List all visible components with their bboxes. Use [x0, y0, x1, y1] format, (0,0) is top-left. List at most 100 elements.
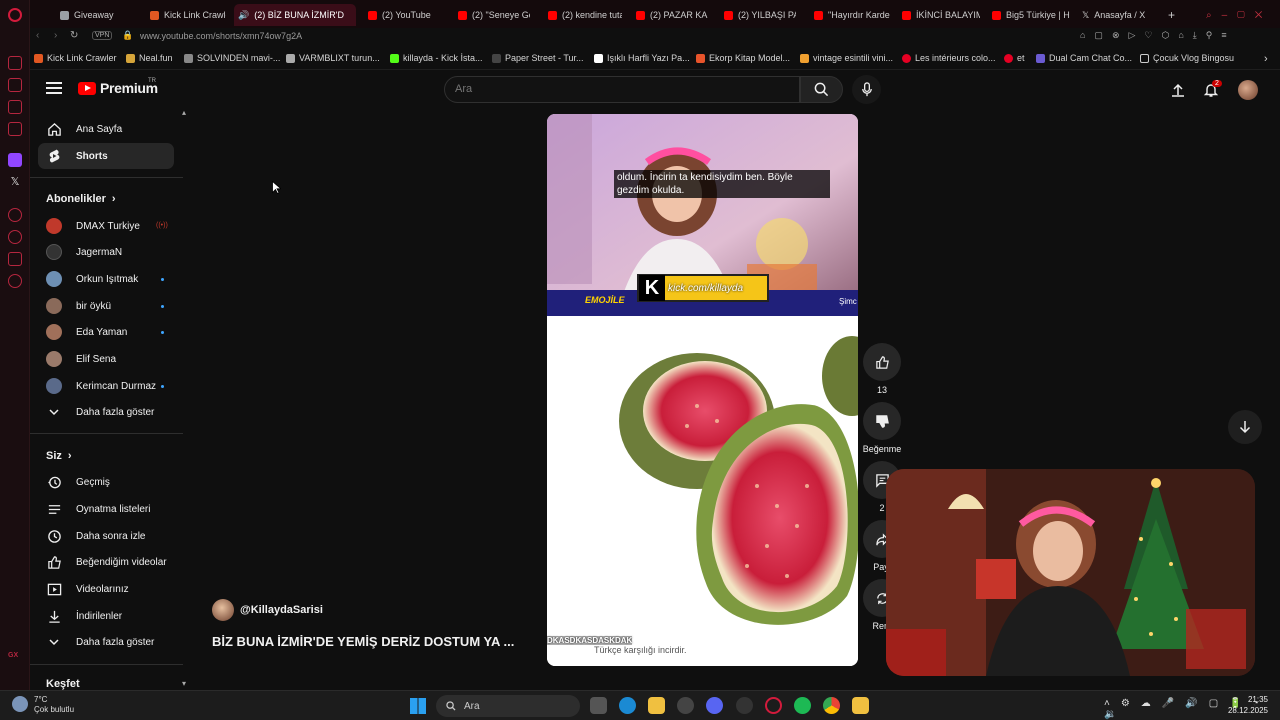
- new-tab-button[interactable]: +: [1164, 4, 1178, 26]
- tab-favicon: [60, 10, 69, 20]
- sidebar-item-home[interactable]: Ana Sayfa: [38, 116, 174, 142]
- bookmark[interactable]: Dual Cam Chat Co...: [1036, 53, 1132, 63]
- instagram-icon[interactable]: [8, 122, 22, 136]
- sidebar-item-channel[interactable]: Kerimcan Durmaz: [38, 373, 174, 399]
- clock[interactable]: 21:35 28.12.2025: [1224, 694, 1268, 716]
- next-short-button[interactable]: [1228, 410, 1262, 444]
- tab[interactable]: (2) YouTube: [364, 4, 448, 26]
- sidebar-section-you[interactable]: Siz ›: [46, 450, 72, 462]
- account-avatar[interactable]: [1238, 80, 1258, 100]
- folder-icon[interactable]: [852, 697, 869, 714]
- settings-icon[interactable]: [677, 697, 694, 714]
- sidebar-item-playlists[interactable]: Oynatma listeleri: [38, 496, 174, 522]
- url-field[interactable]: www.youtube.com/shorts/xmn74ow7g2A: [140, 31, 302, 41]
- sidebar-show-more[interactable]: Daha fazla göster: [38, 629, 174, 655]
- taskbar-search[interactable]: Ara: [436, 695, 580, 717]
- sidebar-item-channel[interactable]: DMAX Turkiye ((•)): [38, 213, 174, 239]
- tab[interactable]: Big5 Türkiye | H: [988, 4, 1070, 26]
- history-rail-icon[interactable]: [8, 230, 22, 244]
- player-icon[interactable]: [8, 208, 22, 222]
- gx-control-icon[interactable]: GX: [8, 652, 22, 666]
- weather-widget[interactable]: 7°C Çok bulutlu: [34, 695, 74, 715]
- sidebar-item-channel[interactable]: Orkun Işıtmak: [38, 266, 174, 292]
- search-input[interactable]: [455, 83, 755, 95]
- tab[interactable]: Giveaway: [56, 4, 144, 26]
- youtube-premium-logo[interactable]: Premium TR: [78, 78, 158, 96]
- app-icon[interactable]: [736, 697, 753, 714]
- bookmark[interactable]: Neal.fun: [126, 53, 173, 63]
- edge-icon[interactable]: [619, 697, 636, 714]
- back-icon[interactable]: ‹: [36, 30, 39, 41]
- bookmark[interactable]: SOLVINDEN mavi-...: [184, 53, 280, 63]
- like-button[interactable]: 13: [862, 343, 902, 395]
- sidebar-item-channel[interactable]: bir öykü: [38, 293, 174, 319]
- file-explorer-icon[interactable]: [648, 697, 665, 714]
- create-upload-icon[interactable]: [1170, 82, 1186, 103]
- sidebar-section-subscriptions[interactable]: Abonelikler ›: [46, 193, 116, 205]
- reload-icon[interactable]: ↻: [70, 30, 78, 41]
- sidebar-section-explore[interactable]: Keşfet: [46, 678, 80, 690]
- forward-icon[interactable]: ›: [54, 30, 57, 41]
- tab-favicon: [724, 10, 733, 20]
- short-video-player[interactable]: oldum. İncirin ta kendisiydim ben. Böyle…: [547, 114, 858, 666]
- windows-start-icon[interactable]: [410, 698, 426, 714]
- tab[interactable]: "Hayırdır Karde: [810, 4, 890, 26]
- dislike-button[interactable]: Beğenme: [862, 402, 902, 454]
- sidebar-item-channel[interactable]: Elif Sena: [38, 346, 174, 372]
- opera-gx-logo-icon[interactable]: [8, 8, 22, 22]
- vpn-badge[interactable]: VPN: [92, 31, 113, 40]
- chrome-icon[interactable]: [823, 697, 840, 714]
- tab[interactable]: İKİNCİ BALAYIM: [898, 4, 980, 26]
- tab[interactable]: (2) YILBAŞI PA: [720, 4, 796, 26]
- settings-rail-icon[interactable]: [8, 274, 22, 288]
- sidebar-item-history[interactable]: Geçmiş: [38, 469, 174, 495]
- tab-active[interactable]: 🔊 (2) BİZ BUNA İZMİR'D: [234, 4, 356, 26]
- task-view-icon[interactable]: [590, 697, 607, 714]
- speed-dial-icon[interactable]: [8, 56, 22, 70]
- hamburger-menu-icon[interactable]: [46, 82, 62, 96]
- voice-search-button[interactable]: [852, 75, 881, 104]
- bookmark[interactable]: Kick Link Crawler: [34, 53, 117, 63]
- bookmark[interactable]: vintage esintili vini...: [800, 53, 893, 63]
- sidebar-item-liked[interactable]: Beğendiğim videolar: [38, 549, 174, 575]
- sidebar-show-more[interactable]: Daha fazla göster: [38, 399, 174, 425]
- bookmark[interactable]: VARMBLIXT turun...: [286, 53, 380, 63]
- sidebar-item-shorts[interactable]: Shorts: [38, 143, 174, 169]
- tab[interactable]: Kick Link Crawle: [146, 4, 226, 26]
- bookmark[interactable]: Ekorp Kitap Model...: [696, 53, 790, 63]
- bookmark[interactable]: Işıklı Harfli Yazı Pa...: [594, 53, 690, 63]
- weather-icon[interactable]: [12, 696, 28, 712]
- extensions-rail-icon[interactable]: [8, 252, 22, 266]
- search-button[interactable]: [800, 76, 843, 103]
- spotify-icon[interactable]: [794, 697, 811, 714]
- tab[interactable]: 𝕏 Anasayfa / X: [1078, 4, 1158, 26]
- short-title[interactable]: BİZ BUNA İZMİR'DE YEMİŞ DERİZ DOSTUM YA …: [212, 634, 514, 649]
- tab[interactable]: (2) kendine tuta: [544, 4, 622, 26]
- bookmark[interactable]: Çocuk Vlog Bingosu: [1140, 53, 1234, 63]
- short-channel[interactable]: @KillaydaSarisi: [212, 599, 323, 621]
- new-content-dot: [161, 384, 164, 388]
- tab[interactable]: (2) "Seneye Gö: [454, 4, 530, 26]
- window-controls[interactable]: ⌕–▢✕: [1202, 4, 1272, 26]
- discord-icon[interactable]: [706, 697, 723, 714]
- sidebar-item-channel[interactable]: Eda Yaman: [38, 319, 174, 345]
- gx-corner-icon[interactable]: [8, 78, 22, 92]
- bookmark[interactable]: killayda - Kick İsta...: [390, 53, 483, 63]
- bookmark[interactable]: et: [1004, 53, 1025, 63]
- sidebar-item-watch-later[interactable]: Daha sonra izle: [38, 523, 174, 549]
- opera-gx-icon[interactable]: [765, 697, 782, 714]
- bookmark[interactable]: Paper Street - Tur...: [492, 53, 584, 63]
- sidebar-item-downloads[interactable]: İndirilenler: [38, 603, 174, 629]
- toolbar-icons[interactable]: ⌂▢⊗▷♡⬡⌂⤓⚲≡: [1080, 30, 1236, 41]
- sidebar-scroll-up-icon[interactable]: ▴: [182, 108, 186, 117]
- sidebar-scroll-down-icon[interactable]: ▾: [182, 679, 186, 688]
- watch-later-icon: [46, 528, 62, 544]
- messenger-icon[interactable]: [8, 100, 22, 114]
- twitch-icon[interactable]: [8, 153, 22, 167]
- sidebar-item-your-videos[interactable]: Videolarınız: [38, 576, 174, 602]
- tab[interactable]: (2) PAZAR KAH: [632, 4, 708, 26]
- x-twitter-icon[interactable]: 𝕏: [8, 175, 22, 189]
- bookmarks-overflow-icon[interactable]: ›: [1264, 53, 1268, 65]
- bookmark[interactable]: Les intérieurs colo...: [902, 53, 996, 63]
- sidebar-item-channel[interactable]: JagermaN: [38, 239, 174, 265]
